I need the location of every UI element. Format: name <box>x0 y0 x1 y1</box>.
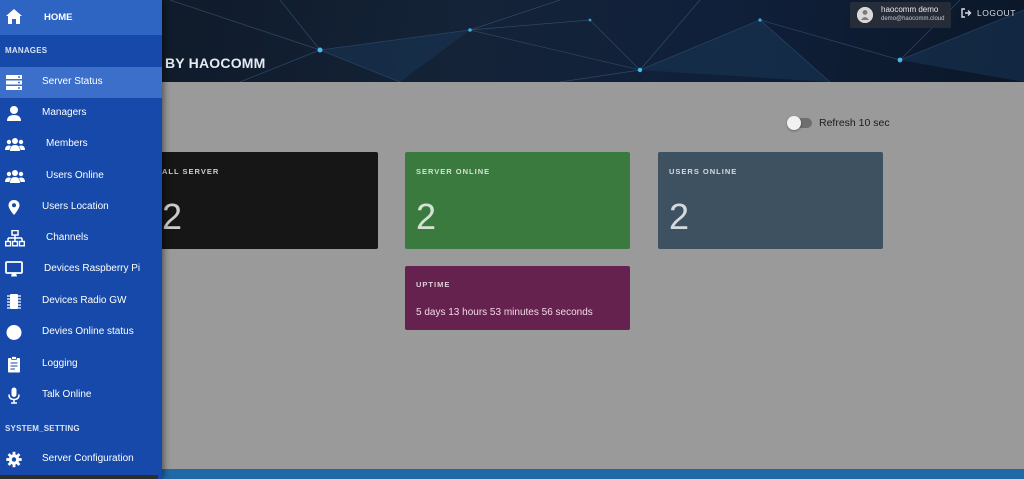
sidebar-item-managers[interactable]: Managers <box>0 98 162 129</box>
sidebar-item-label: Members <box>46 138 88 149</box>
page: BY HAOCOMM haocomm demo demo@haocomm.clo… <box>0 0 1024 479</box>
sidebar-item-label: Devices Raspberry Pi <box>44 263 141 274</box>
user-name: haocomm demo <box>881 5 939 14</box>
microphone-icon <box>8 387 20 404</box>
sidebar-item-members[interactable]: Members <box>0 129 162 160</box>
sidebar-home-label: HOME <box>44 12 73 23</box>
sidebar-item-talk-online[interactable]: Talk Online <box>0 380 162 411</box>
microchip-icon <box>7 294 21 309</box>
sidebar-item-label: Server Status <box>42 76 103 87</box>
page-title: BY HAOCOMM <box>165 55 266 71</box>
gear-icon <box>6 451 22 468</box>
refresh-label: Refresh 10 sec <box>819 117 890 129</box>
desktop-icon <box>5 261 23 277</box>
sidebar-bottom-strip <box>0 475 158 479</box>
server-online-card: SERVER ONLINE 2 <box>405 152 630 249</box>
sidebar-item-label: Users Online <box>46 170 104 181</box>
server-online-label: SERVER ONLINE <box>416 167 491 176</box>
logout-button[interactable]: LOGOUT <box>961 8 1016 18</box>
logout-label: LOGOUT <box>977 8 1016 18</box>
user-avatar-icon <box>857 7 873 23</box>
user-icon <box>7 106 21 121</box>
sitemap-icon <box>5 230 25 247</box>
user-profile[interactable]: haocomm demo demo@haocomm.cloud <box>850 2 951 28</box>
users-icon <box>5 170 25 183</box>
all-server-label: ALL SERVER <box>162 167 220 176</box>
sidebar-item-channels[interactable]: Channels <box>0 223 162 254</box>
users-online-value: 2 <box>669 196 690 237</box>
sidebar-item-label: Logging <box>42 358 78 369</box>
circle-icon <box>6 325 22 340</box>
server-online-value: 2 <box>416 196 437 237</box>
logout-icon <box>961 8 972 18</box>
sidebar-item-label: Talk Online <box>42 389 92 400</box>
server-icon <box>6 75 22 90</box>
sidebar-item-server-configuration[interactable]: Server Configuration <box>0 444 162 475</box>
uptime-card: UPTIME 5 days 13 hours 53 minutes 56 sec… <box>405 266 630 330</box>
sidebar-item-devies-online-status[interactable]: Devies Online status <box>0 317 162 348</box>
sidebar-item-label: Channels <box>46 232 89 243</box>
sidebar-item-label: Devies Online status <box>42 326 134 337</box>
sidebar-item-label: Devices Radio GW <box>42 295 127 306</box>
uptime-value: 5 days 13 hours 53 minutes 56 seconds <box>416 307 593 318</box>
home-icon <box>6 9 22 24</box>
sidebar-item-logging[interactable]: Logging <box>0 349 162 380</box>
user-email: demo@haocomm.cloud <box>881 16 945 22</box>
sidebar-item-users-online[interactable]: Users Online <box>0 161 162 192</box>
refresh-switch[interactable] <box>787 116 812 130</box>
section-label-manages: MANAGES <box>5 46 48 55</box>
sidebar-item-devices-radio-gw[interactable]: Devices Radio GW <box>0 286 162 317</box>
all-server-value: 2 <box>162 196 183 237</box>
sidebar-item-label: Server Configuration <box>42 453 134 464</box>
refresh-toggle[interactable]: Refresh 10 sec <box>787 116 890 130</box>
users-online-card: USERS ONLINE 2 <box>658 152 883 249</box>
clipboard-icon <box>8 356 20 373</box>
sidebar: HOME MANAGES Server Status Managers Memb… <box>0 0 162 479</box>
sidebar-item-devices-raspberry-pi[interactable]: Devices Raspberry Pi <box>0 254 162 285</box>
users-online-label: USERS ONLINE <box>669 167 738 176</box>
sidebar-item-label: Users Location <box>42 201 109 212</box>
sidebar-item-users-location[interactable]: Users Location <box>0 192 162 223</box>
users-icon <box>5 138 25 151</box>
sidebar-item-label: Managers <box>42 107 87 118</box>
sidebar-item-home[interactable]: HOME <box>0 0 162 35</box>
all-server-card: ALL SERVER 2 <box>150 152 378 249</box>
uptime-label: UPTIME <box>416 280 451 289</box>
sidebar-item-server-status[interactable]: Server Status <box>0 67 162 98</box>
refresh-switch-knob <box>787 116 801 130</box>
section-label-system-setting: SYSTEM_SETTING <box>5 424 80 433</box>
map-marker-icon <box>8 200 20 215</box>
